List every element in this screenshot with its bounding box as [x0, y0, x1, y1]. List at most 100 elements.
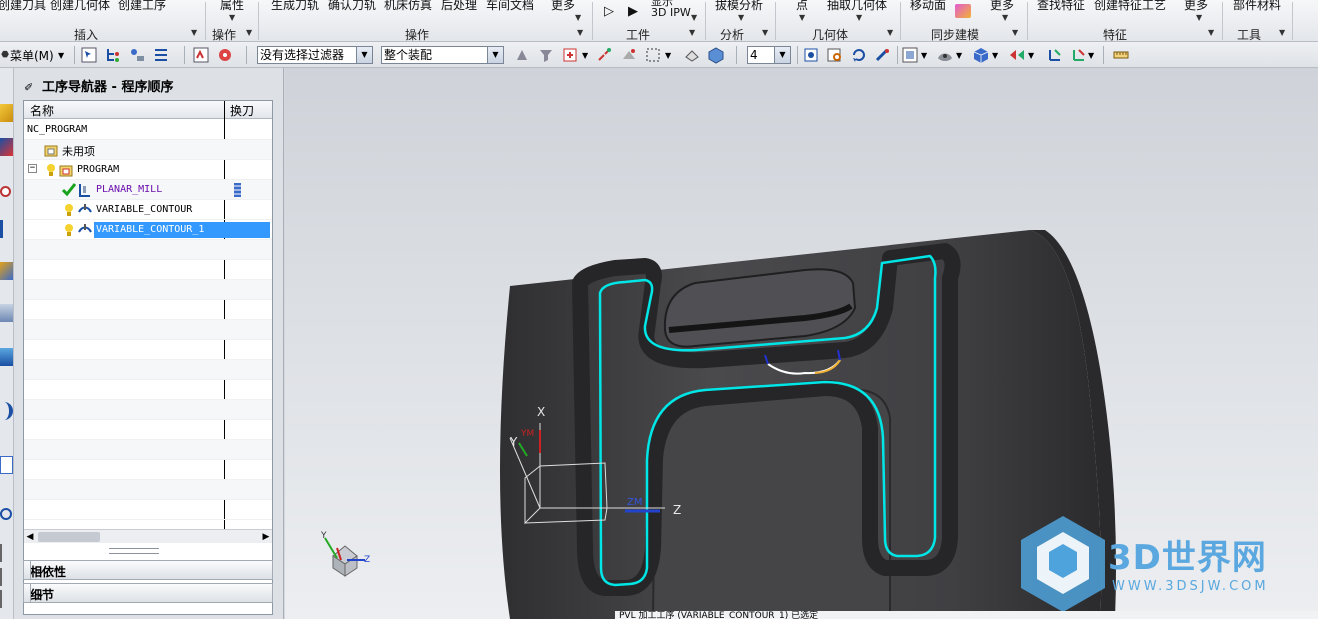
sync-modeling-icon[interactable] [955, 4, 971, 18]
rotate-icon[interactable] [850, 45, 868, 65]
group-dropdown-icon[interactable]: ▼ [577, 28, 583, 37]
tree-row-unused-items[interactable]: 未用项 [24, 140, 272, 160]
layer-select[interactable]: 4 ▼ [747, 46, 791, 64]
assembly-scope-select[interactable]: 整个装配 ▼ [381, 46, 504, 64]
constraint-navigator-icon[interactable] [0, 138, 13, 156]
chevron-down-icon[interactable]: ▼ [799, 13, 811, 23]
roles-icon[interactable] [0, 402, 13, 420]
hierarchy-icon[interactable] [104, 45, 122, 65]
point-button[interactable]: 点 [796, 0, 808, 13]
menu-button[interactable]: 菜单(M) [10, 45, 54, 65]
select-box-icon[interactable] [562, 45, 580, 65]
cube-icon[interactable] [707, 45, 725, 65]
part-material-button[interactable]: 部件材料 [1233, 0, 1281, 13]
column-header-tool-change[interactable]: 换刀 [230, 102, 254, 119]
shop-documentation-button[interactable]: 车间文档 [486, 0, 534, 13]
snap-icon[interactable] [513, 45, 531, 65]
chevron-down-icon[interactable]: ⌄ [30, 561, 50, 579]
create-geometry-button[interactable]: 创建几何体 [50, 0, 110, 13]
deselect-icon[interactable] [683, 45, 701, 65]
chevron-down-icon[interactable]: ▼ [1002, 13, 1014, 23]
create-operation-button[interactable]: 创建工序 [118, 0, 166, 13]
fit-view-icon[interactable] [802, 45, 820, 65]
tool-view-icon[interactable] [216, 45, 234, 65]
more-button[interactable]: 更多 [990, 0, 1014, 13]
shaded-cube-icon[interactable] [972, 45, 990, 65]
machine-simulation-button[interactable]: 机床仿真 [384, 0, 432, 13]
render-style-icon[interactable] [936, 45, 954, 65]
chevron-down-icon[interactable]: ▼ [1088, 45, 1094, 65]
system-scene-icon[interactable] [0, 456, 13, 474]
panel-splitter[interactable] [109, 548, 159, 554]
wcs-orient-icon[interactable] [1070, 45, 1088, 65]
view-triad[interactable] [324, 537, 365, 577]
chevron-down-icon[interactable]: ▼ [487, 47, 503, 63]
display-3d-ipw-button[interactable]: 显示 3D IPW [651, 0, 691, 18]
pin-icon[interactable]: ✐ [24, 81, 36, 94]
show-hide-icon[interactable] [1008, 45, 1026, 65]
column-header-name[interactable]: 名称 [30, 102, 54, 119]
scroll-left-icon[interactable]: ◀ [24, 530, 36, 544]
filter-icon[interactable] [537, 45, 555, 65]
collapse-toggle-icon[interactable]: − [28, 164, 37, 173]
chevron-down-icon[interactable]: ▼ [665, 45, 671, 65]
machine-tool-view-icon[interactable] [128, 45, 146, 65]
postprocess-button[interactable]: 后处理 [441, 0, 477, 13]
more-button[interactable]: 更多 [551, 0, 575, 13]
details-section[interactable]: 细节 ⌄ [23, 583, 273, 603]
extract-geometry-button[interactable]: 抽取几何体 [827, 0, 887, 13]
reuse-library-icon[interactable] [0, 262, 13, 280]
group-dropdown-icon[interactable]: ▼ [1279, 28, 1285, 37]
chevron-down-icon[interactable]: ▼ [921, 45, 927, 65]
chain-icon[interactable] [596, 45, 614, 65]
palette-icon[interactable] [0, 544, 13, 562]
chevron-down-icon[interactable]: ▼ [356, 47, 372, 63]
wcs-icon[interactable] [1046, 45, 1064, 65]
process-studio-icon[interactable] [0, 348, 13, 366]
clock-icon[interactable] [0, 508, 12, 520]
find-features-button[interactable]: 查找特征 [1037, 0, 1085, 13]
chevron-down-icon[interactable]: ⌄ [30, 584, 50, 602]
group-dropdown-icon[interactable]: ▼ [689, 28, 695, 37]
group-dropdown-icon[interactable]: ▼ [887, 28, 893, 37]
ipw-icon[interactable]: ▶ [628, 4, 638, 19]
tree-row-planar-mill[interactable]: PLANAR_MILL [24, 180, 272, 200]
chevron-down-icon[interactable]: ▼ [956, 45, 962, 65]
chevron-down-icon[interactable]: ▼ [738, 13, 750, 23]
hd3d-tools-icon[interactable] [0, 304, 13, 322]
chevron-down-icon[interactable]: ▼ [856, 13, 868, 23]
verify-toolpath-button[interactable]: 确认刀轨 [328, 0, 376, 13]
rectangle-select-icon[interactable] [644, 45, 662, 65]
chevron-down-icon[interactable]: ▼ [691, 13, 703, 23]
chevron-down-icon[interactable]: ▼ [575, 13, 587, 23]
flag-icon[interactable]: ▷ [604, 4, 614, 19]
chevron-down-icon[interactable]: ▼ [1028, 45, 1034, 65]
move-face-button[interactable]: 移动面 [910, 0, 946, 13]
tree-row-variable-contour[interactable]: VARIABLE_CONTOUR [24, 200, 272, 220]
tree-row-program[interactable]: − PROGRAM [24, 160, 272, 180]
create-feature-process-button[interactable]: 创建特征工艺 [1094, 0, 1166, 13]
horizontal-scrollbar[interactable]: ◀ ▶ [24, 529, 272, 543]
zoom-icon[interactable] [826, 45, 844, 65]
palette-icon[interactable] [0, 568, 13, 586]
feature-select-icon[interactable] [620, 45, 638, 65]
chevron-down-icon[interactable]: ▼ [58, 45, 64, 65]
chevron-down-icon[interactable]: ▼ [229, 13, 241, 23]
properties-button[interactable]: 属性 [220, 0, 244, 13]
group-dropdown-icon[interactable]: ▼ [762, 28, 768, 37]
chevron-down-icon[interactable]: ▼ [582, 45, 588, 65]
generate-toolpath-button[interactable]: 生成刀轨 [271, 0, 319, 13]
tree-row-nc-program[interactable]: NC_PROGRAM [24, 120, 272, 140]
draft-analysis-button[interactable]: 拔模分析 [715, 0, 763, 13]
more-button[interactable]: 更多 [1184, 0, 1208, 13]
select-object-icon[interactable] [80, 45, 98, 65]
selection-filter-select[interactable]: 没有选择过滤器 ▼ [257, 46, 373, 64]
group-dropdown-icon[interactable]: ▼ [191, 28, 197, 37]
palette-icon[interactable] [0, 590, 13, 608]
scroll-thumb[interactable] [38, 532, 100, 542]
orient-view-icon[interactable] [901, 45, 919, 65]
history-icon[interactable] [0, 220, 13, 238]
tree-row-variable-contour-1[interactable]: VARIABLE_CONTOUR_1 [24, 220, 272, 240]
chevron-down-icon[interactable]: ▼ [1196, 13, 1208, 23]
dependencies-section[interactable]: 相依性 ⌄ [23, 560, 273, 580]
